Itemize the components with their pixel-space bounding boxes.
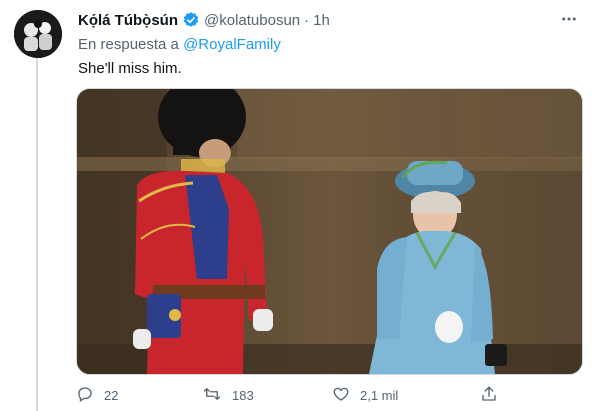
share-button[interactable] — [480, 384, 498, 406]
verified-badge-icon — [182, 11, 200, 29]
tweet-photo[interactable] — [76, 88, 583, 375]
reply-to-link[interactable]: @RoyalFamily — [183, 36, 281, 53]
like-count: 2,1 mil — [360, 387, 399, 403]
thread-line — [36, 58, 38, 411]
reply-button[interactable]: 22 — [76, 384, 118, 406]
author-name[interactable]: Kọ́lá Túbọ̀sún — [78, 12, 178, 29]
heart-icon — [332, 385, 350, 406]
retweet-button[interactable]: 183 — [202, 384, 254, 406]
separator-dot: · — [304, 11, 310, 29]
reply-icon — [76, 385, 94, 406]
tweet-text: She'll miss him. — [78, 60, 182, 77]
retweet-count: 183 — [232, 387, 254, 403]
reply-count: 22 — [104, 387, 119, 403]
like-button[interactable]: 2,1 mil — [332, 384, 398, 406]
author-handle[interactable]: @kolatubosun — [204, 12, 300, 29]
tweet-header: Kọ́lá Túbọ̀sún @kolatubosun · 1h — [78, 10, 330, 30]
tweet-actions: 22 183 2,1 mil — [76, 384, 581, 406]
reply-context: En respuesta a @RoyalFamily — [78, 36, 281, 53]
retweet-icon — [202, 385, 222, 406]
share-icon — [480, 385, 498, 406]
avatar[interactable] — [14, 10, 62, 58]
reply-prefix: En respuesta a — [78, 36, 179, 53]
more-options-icon[interactable] — [555, 8, 583, 30]
tweet-time[interactable]: 1h — [313, 12, 330, 29]
